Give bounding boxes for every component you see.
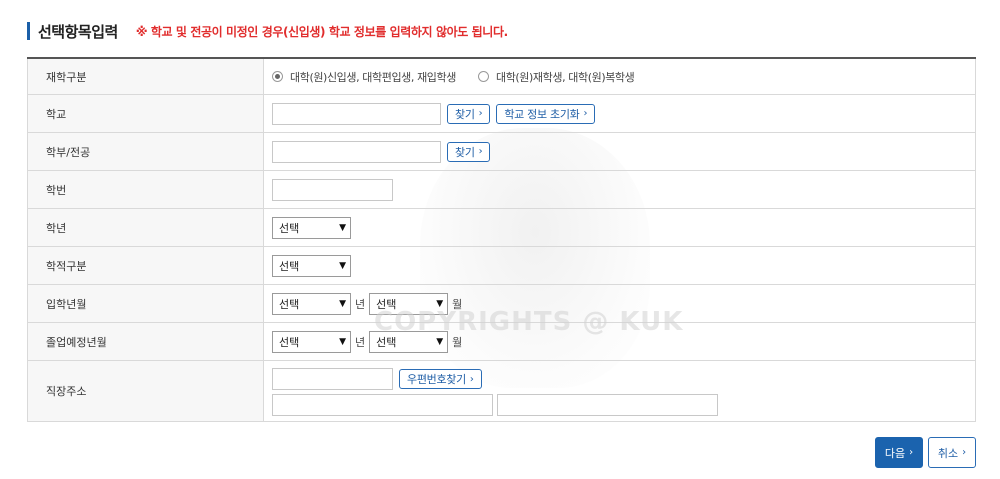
department-find-button-label: 찾기 (455, 145, 475, 159)
chevron-down-icon: ▼ (339, 336, 346, 347)
graduation-date-label: 졸업예정년월 (27, 323, 264, 360)
work-address-fields: 우편번호찾기 › (272, 366, 718, 416)
chevron-right-icon: › (909, 447, 914, 458)
school-find-button-label: 찾기 (455, 107, 475, 121)
row-department: 학부/전공 찾기 › (27, 133, 976, 171)
admission-month-select[interactable]: 선택 ▼ (369, 292, 449, 315)
graduation-year-select[interactable]: 선택 ▼ (272, 330, 351, 353)
row-graduation-date: 졸업예정년월 선택 ▼ 년 선택 ▼ 월 (27, 323, 976, 361)
zipcode-input[interactable] (272, 368, 393, 390)
grade-select-value: 선택 (279, 221, 300, 235)
chevron-down-icon: ▼ (339, 260, 346, 271)
chevron-right-icon: › (962, 447, 967, 458)
admission-year-unit: 년 (355, 297, 366, 311)
row-student-id: 학번 (27, 171, 976, 209)
row-work-address: 직장주소 우편번호찾기 › (27, 361, 976, 422)
cancel-button-label: 취소 (937, 446, 959, 460)
admission-year-select-value: 선택 (279, 297, 300, 311)
enrollment-type-radio-group: 대학(원)신입생, 대학편입생, 재입학생 대학(원)재학생, 대학(원)복학생 (272, 69, 656, 85)
chevron-down-icon: ▼ (339, 222, 346, 233)
footer-actions: 다음 › 취소 › (875, 437, 976, 468)
chevron-down-icon: ▼ (436, 298, 444, 309)
chevron-down-icon: ▼ (436, 336, 444, 347)
row-school: 학교 찾기 › 학교 정보 초기화 › (27, 95, 976, 133)
row-academic-status: 학적구분 선택 ▼ (27, 247, 976, 285)
radio-current-student-label[interactable]: 대학(원)재학생, 대학(원)복학생 (496, 69, 635, 85)
chevron-right-icon: › (478, 108, 483, 119)
school-find-button[interactable]: 찾기 › (447, 103, 491, 124)
graduation-month-select-value: 선택 (376, 335, 397, 349)
graduation-month-select[interactable]: 선택 ▼ (369, 330, 449, 353)
work-address-label: 직장주소 (27, 361, 264, 421)
header-accent-bar (27, 22, 30, 40)
zipcode-search-button[interactable]: 우편번호찾기 › (399, 369, 482, 389)
grade-select[interactable]: 선택 ▼ (272, 216, 351, 239)
admission-month-select-value: 선택 (376, 297, 397, 311)
input-form-table: 재학구분 대학(원)신입생, 대학편입생, 재입학생 대학(원)재학생, 대학(… (27, 57, 976, 422)
enrollment-type-label: 재학구분 (27, 59, 264, 94)
zipcode-search-button-label: 우편번호찾기 (407, 373, 466, 386)
graduation-year-select-value: 선택 (279, 335, 300, 349)
row-admission-date: 입학년월 선택 ▼ 년 선택 ▼ 월 (27, 285, 976, 323)
radio-current-student[interactable] (477, 71, 489, 82)
row-enrollment-type: 재학구분 대학(원)신입생, 대학편입생, 재입학생 대학(원)재학생, 대학(… (27, 59, 976, 95)
address-line2-input[interactable] (497, 394, 718, 416)
graduation-year-unit: 년 (355, 335, 366, 349)
department-input[interactable] (272, 140, 441, 163)
notice-text: ※ 학교 및 전공이 미정인 경우(신입생) 학교 정보를 입력하지 않아도 됩… (135, 24, 508, 39)
chevron-right-icon: › (583, 108, 588, 119)
department-label: 학부/전공 (27, 133, 264, 170)
row-grade: 학년 선택 ▼ (27, 209, 976, 247)
academic-status-label: 학적구분 (27, 247, 264, 284)
chevron-right-icon: › (478, 146, 483, 157)
school-label: 학교 (27, 95, 264, 132)
grade-label: 학년 (27, 209, 264, 246)
graduation-month-unit: 월 (452, 335, 463, 349)
student-id-label: 학번 (27, 171, 264, 208)
chevron-down-icon: ▼ (339, 298, 346, 309)
student-id-input[interactable] (272, 178, 393, 201)
academic-status-select-value: 선택 (279, 259, 300, 273)
school-reset-button[interactable]: 학교 정보 초기화 › (496, 103, 596, 124)
cancel-button[interactable]: 취소 › (928, 437, 976, 468)
radio-new-student[interactable] (272, 71, 283, 82)
address-line1-input[interactable] (272, 394, 493, 416)
chevron-right-icon: › (469, 373, 474, 385)
admission-month-unit: 월 (452, 297, 463, 311)
department-find-button[interactable]: 찾기 › (447, 141, 491, 162)
academic-status-select[interactable]: 선택 ▼ (272, 254, 351, 277)
school-reset-button-label: 학교 정보 초기화 (504, 107, 580, 121)
page-title: 선택항목입력 (38, 22, 118, 41)
radio-new-student-label[interactable]: 대학(원)신입생, 대학편입생, 재입학생 (290, 69, 456, 85)
next-button[interactable]: 다음 › (875, 437, 923, 468)
school-input[interactable] (272, 102, 441, 125)
admission-year-select[interactable]: 선택 ▼ (272, 292, 351, 315)
admission-date-label: 입학년월 (27, 285, 264, 322)
section-header: 선택항목입력 ※ 학교 및 전공이 미정인 경우(신입생) 학교 정보를 입력하… (27, 20, 508, 42)
next-button-label: 다음 (884, 446, 906, 460)
